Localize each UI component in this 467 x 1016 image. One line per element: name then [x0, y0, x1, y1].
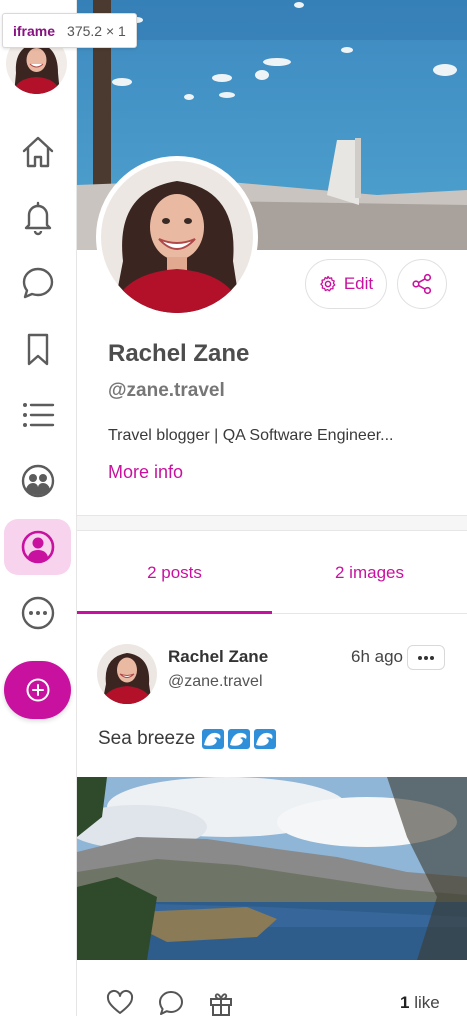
- group-icon: [21, 464, 54, 498]
- share-icon: [412, 273, 432, 295]
- sidebar-item-messages[interactable]: [4, 255, 71, 311]
- post-timestamp: 6h ago: [351, 647, 403, 666]
- post-author-handle[interactable]: @zane.travel: [168, 673, 263, 691]
- heart-icon: [106, 989, 134, 1014]
- post-menu-button[interactable]: [407, 645, 445, 670]
- post-author-avatar[interactable]: [97, 644, 157, 704]
- profile-avatar[interactable]: [96, 156, 258, 318]
- gift-button[interactable]: [207, 989, 235, 1016]
- badge-dimensions: 375.2 × 1: [67, 22, 126, 39]
- profile-tabs: 2 posts 2 images: [77, 531, 467, 614]
- share-profile-button[interactable]: [397, 259, 447, 309]
- more-horizontal-icon: [21, 596, 54, 630]
- sidebar-item-home[interactable]: [4, 124, 71, 180]
- comment-button[interactable]: [157, 989, 185, 1016]
- tab-images[interactable]: 2 images: [272, 531, 467, 614]
- devtools-iframe-badge: iframe 375.2 × 1: [2, 13, 137, 48]
- sidebar-item-groups[interactable]: [4, 453, 71, 509]
- compose-button[interactable]: [4, 661, 71, 719]
- like-button[interactable]: [106, 989, 134, 1016]
- sidebar-item-bookmarks[interactable]: [4, 321, 71, 377]
- profile-handle: @zane.travel: [108, 380, 225, 401]
- home-icon: [22, 136, 53, 168]
- wave-icon: [202, 729, 277, 749]
- post-actions: 1 like: [77, 985, 467, 1016]
- badge-tag: iframe: [13, 22, 56, 39]
- post-author-name[interactable]: Rachel Zane: [168, 647, 268, 667]
- gift-icon: [210, 993, 232, 1016]
- active-tab-indicator: [77, 611, 272, 614]
- list-icon: [22, 403, 54, 427]
- bell-icon: [24, 201, 51, 236]
- profile-bio: Travel blogger | QA Software Engineer...: [108, 427, 394, 444]
- edit-label: Edit: [343, 274, 374, 293]
- more-info-link[interactable]: More info: [108, 462, 183, 483]
- sidebar-item-notifications[interactable]: [4, 189, 71, 245]
- like-count-label: like: [414, 993, 440, 1012]
- like-count-number: 1: [400, 993, 410, 1012]
- ellipsis-icon: [418, 655, 434, 660]
- section-divider: [77, 515, 467, 531]
- like-count[interactable]: 1 like: [400, 993, 440, 1013]
- sidebar-item-more[interactable]: [4, 585, 71, 641]
- chat-bubble-icon: [22, 267, 53, 299]
- post-text: Sea breeze: [98, 728, 196, 749]
- post-image[interactable]: [77, 777, 467, 960]
- sidebar-item-lists[interactable]: [4, 387, 71, 443]
- sidebar-item-profile[interactable]: [4, 519, 71, 575]
- plus-circle-icon: [26, 678, 49, 702]
- edit-profile-button[interactable]: Edit: [305, 259, 387, 309]
- profile-name: Rachel Zane: [108, 340, 250, 367]
- post-body: Sea breeze: [98, 728, 277, 750]
- gear-icon: [320, 275, 336, 292]
- user-circle-icon: [21, 530, 54, 564]
- chat-bubble-icon: [159, 991, 183, 1015]
- profile-main: Edit Rachel Zane @zane.travel Travel blo…: [77, 0, 467, 1016]
- bookmark-icon: [27, 333, 48, 366]
- tab-posts[interactable]: 2 posts: [77, 531, 272, 614]
- sidebar: [0, 0, 77, 1016]
